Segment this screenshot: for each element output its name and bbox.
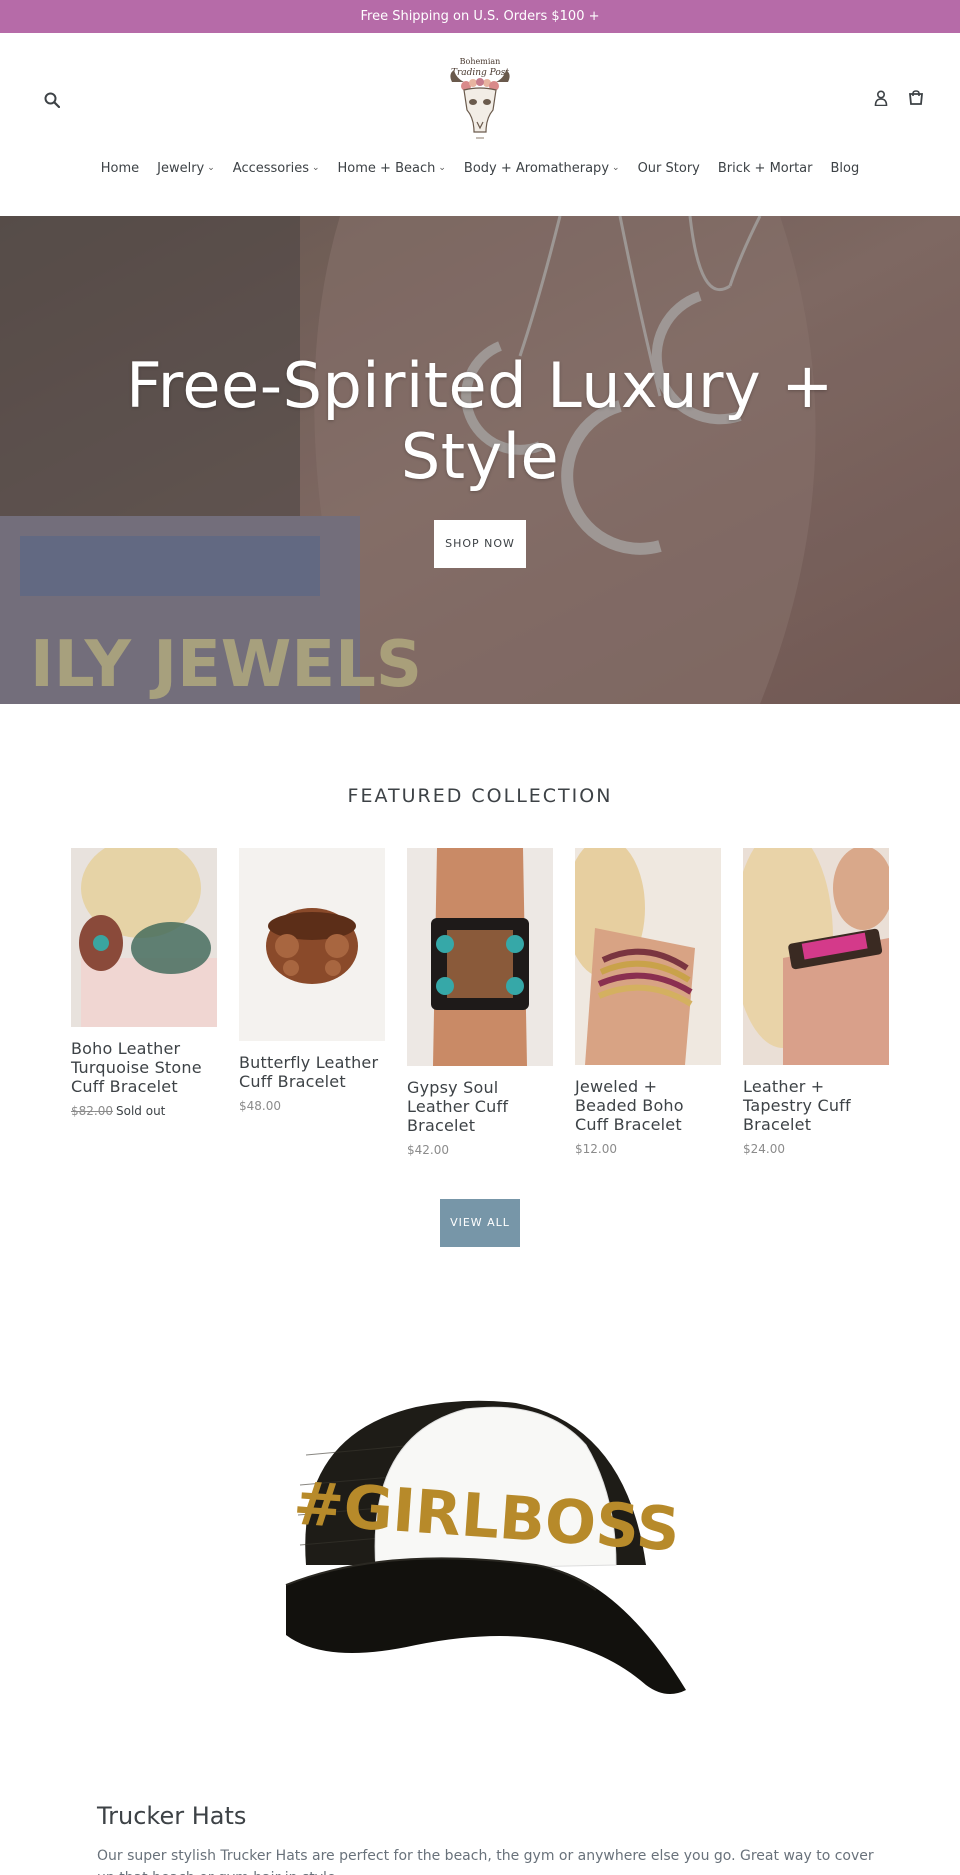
feature-text: Our super stylish Trucker Hats are perfe…: [97, 1848, 874, 1875]
shop-now-button[interactable]: SHOP NOW: [434, 520, 526, 568]
product-image[interactable]: [239, 848, 385, 1041]
product-price: $82.00 Sold out: [71, 1104, 217, 1118]
logo-text-top: Bohemian: [460, 57, 501, 66]
search-icon[interactable]: [40, 88, 64, 112]
nav-label: Blog: [830, 160, 860, 176]
nav-item-our-story[interactable]: Our Story: [629, 156, 709, 180]
product-price: $42.00: [407, 1143, 449, 1157]
nav-label: Home + Beach: [337, 160, 436, 176]
product-image[interactable]: [407, 848, 553, 1066]
featured-collection-title: FEATURED COLLECTION: [347, 785, 613, 807]
announcement-bar[interactable]: Free Shipping on U.S. Orders $100 +: [0, 0, 960, 33]
nav-label: Jewelry: [157, 160, 205, 176]
nav-item-home[interactable]: Home: [92, 156, 148, 180]
nav-label: Home: [100, 160, 140, 176]
product-name[interactable]: Gypsy Soul Leather Cuff Bracelet: [407, 1078, 553, 1135]
feature-title: Trucker Hats: [97, 1802, 247, 1830]
product-card[interactable]: Jeweled + Beaded Boho Cuff Bracelet $12.…: [575, 848, 721, 1156]
sold-out-badge: Sold out: [116, 1104, 166, 1118]
announcement-text: Free Shipping on U.S. Orders $100 +: [360, 9, 600, 24]
product-name[interactable]: Leather + Tapestry Cuff Bracelet: [743, 1077, 889, 1134]
nav-item-blog[interactable]: Blog: [822, 156, 869, 180]
product-image[interactable]: [575, 848, 721, 1065]
hero-title: Free-Spirited Luxury + Style: [126, 349, 834, 493]
chevron-down-icon: ⌄: [311, 163, 320, 173]
account-icon[interactable]: [869, 86, 893, 110]
chevron-down-icon: ⌄: [438, 163, 446, 173]
product-name[interactable]: Jeweled + Beaded Boho Cuff Bracelet: [575, 1077, 721, 1134]
chevron-down-icon: ⌄: [612, 163, 620, 173]
nav-item-brick-mortar[interactable]: Brick + Mortar: [709, 156, 822, 180]
product-image[interactable]: [71, 848, 217, 1027]
site-logo[interactable]: Bohemian Trading Post: [446, 52, 514, 144]
product-image[interactable]: [743, 848, 889, 1065]
view-all-button[interactable]: VIEW ALL: [440, 1199, 520, 1247]
product-price: $12.00: [575, 1142, 617, 1156]
nav-label: Our Story: [637, 160, 700, 176]
product-card[interactable]: Butterfly Leather Cuff Bracelet $48.00: [239, 848, 385, 1113]
chevron-down-icon: ⌄: [207, 163, 215, 173]
trucker-hat-image[interactable]: #GIRLBOSS: [266, 1395, 696, 1705]
nav-label: Accessories: [232, 160, 309, 176]
product-price: $24.00: [743, 1142, 785, 1156]
main-nav: Home Jewelry ⌄ Accessories ⌄ Home + Beach ⌄…: [0, 156, 960, 180]
product-card[interactable]: Leather + Tapestry Cuff Bracelet $24.00: [743, 848, 889, 1156]
product-card[interactable]: Boho Leather Turquoise Stone Cuff Bracel…: [71, 848, 217, 1118]
product-name[interactable]: Butterfly Leather Cuff Bracelet: [239, 1053, 385, 1091]
product-price: $48.00: [239, 1099, 281, 1113]
nav-label: Brick + Mortar: [717, 160, 813, 176]
nav-item-body-aromatherapy[interactable]: Body + Aromatherapy ⌄: [455, 156, 629, 180]
nav-item-accessories[interactable]: Accessories ⌄: [224, 156, 329, 180]
product-card[interactable]: Gypsy Soul Leather Cuff Bracelet $42.00: [407, 848, 553, 1157]
cart-icon[interactable]: [904, 86, 928, 110]
logo-text-script: Trading Post: [451, 68, 509, 78]
nav-label: Body + Aromatherapy: [463, 160, 610, 176]
nav-item-jewelry[interactable]: Jewelry ⌄: [148, 156, 224, 180]
product-name[interactable]: Boho Leather Turquoise Stone Cuff Bracel…: [71, 1039, 217, 1096]
original-price: $82.00: [71, 1104, 113, 1118]
nav-item-home-beach[interactable]: Home + Beach ⌄: [329, 156, 455, 180]
